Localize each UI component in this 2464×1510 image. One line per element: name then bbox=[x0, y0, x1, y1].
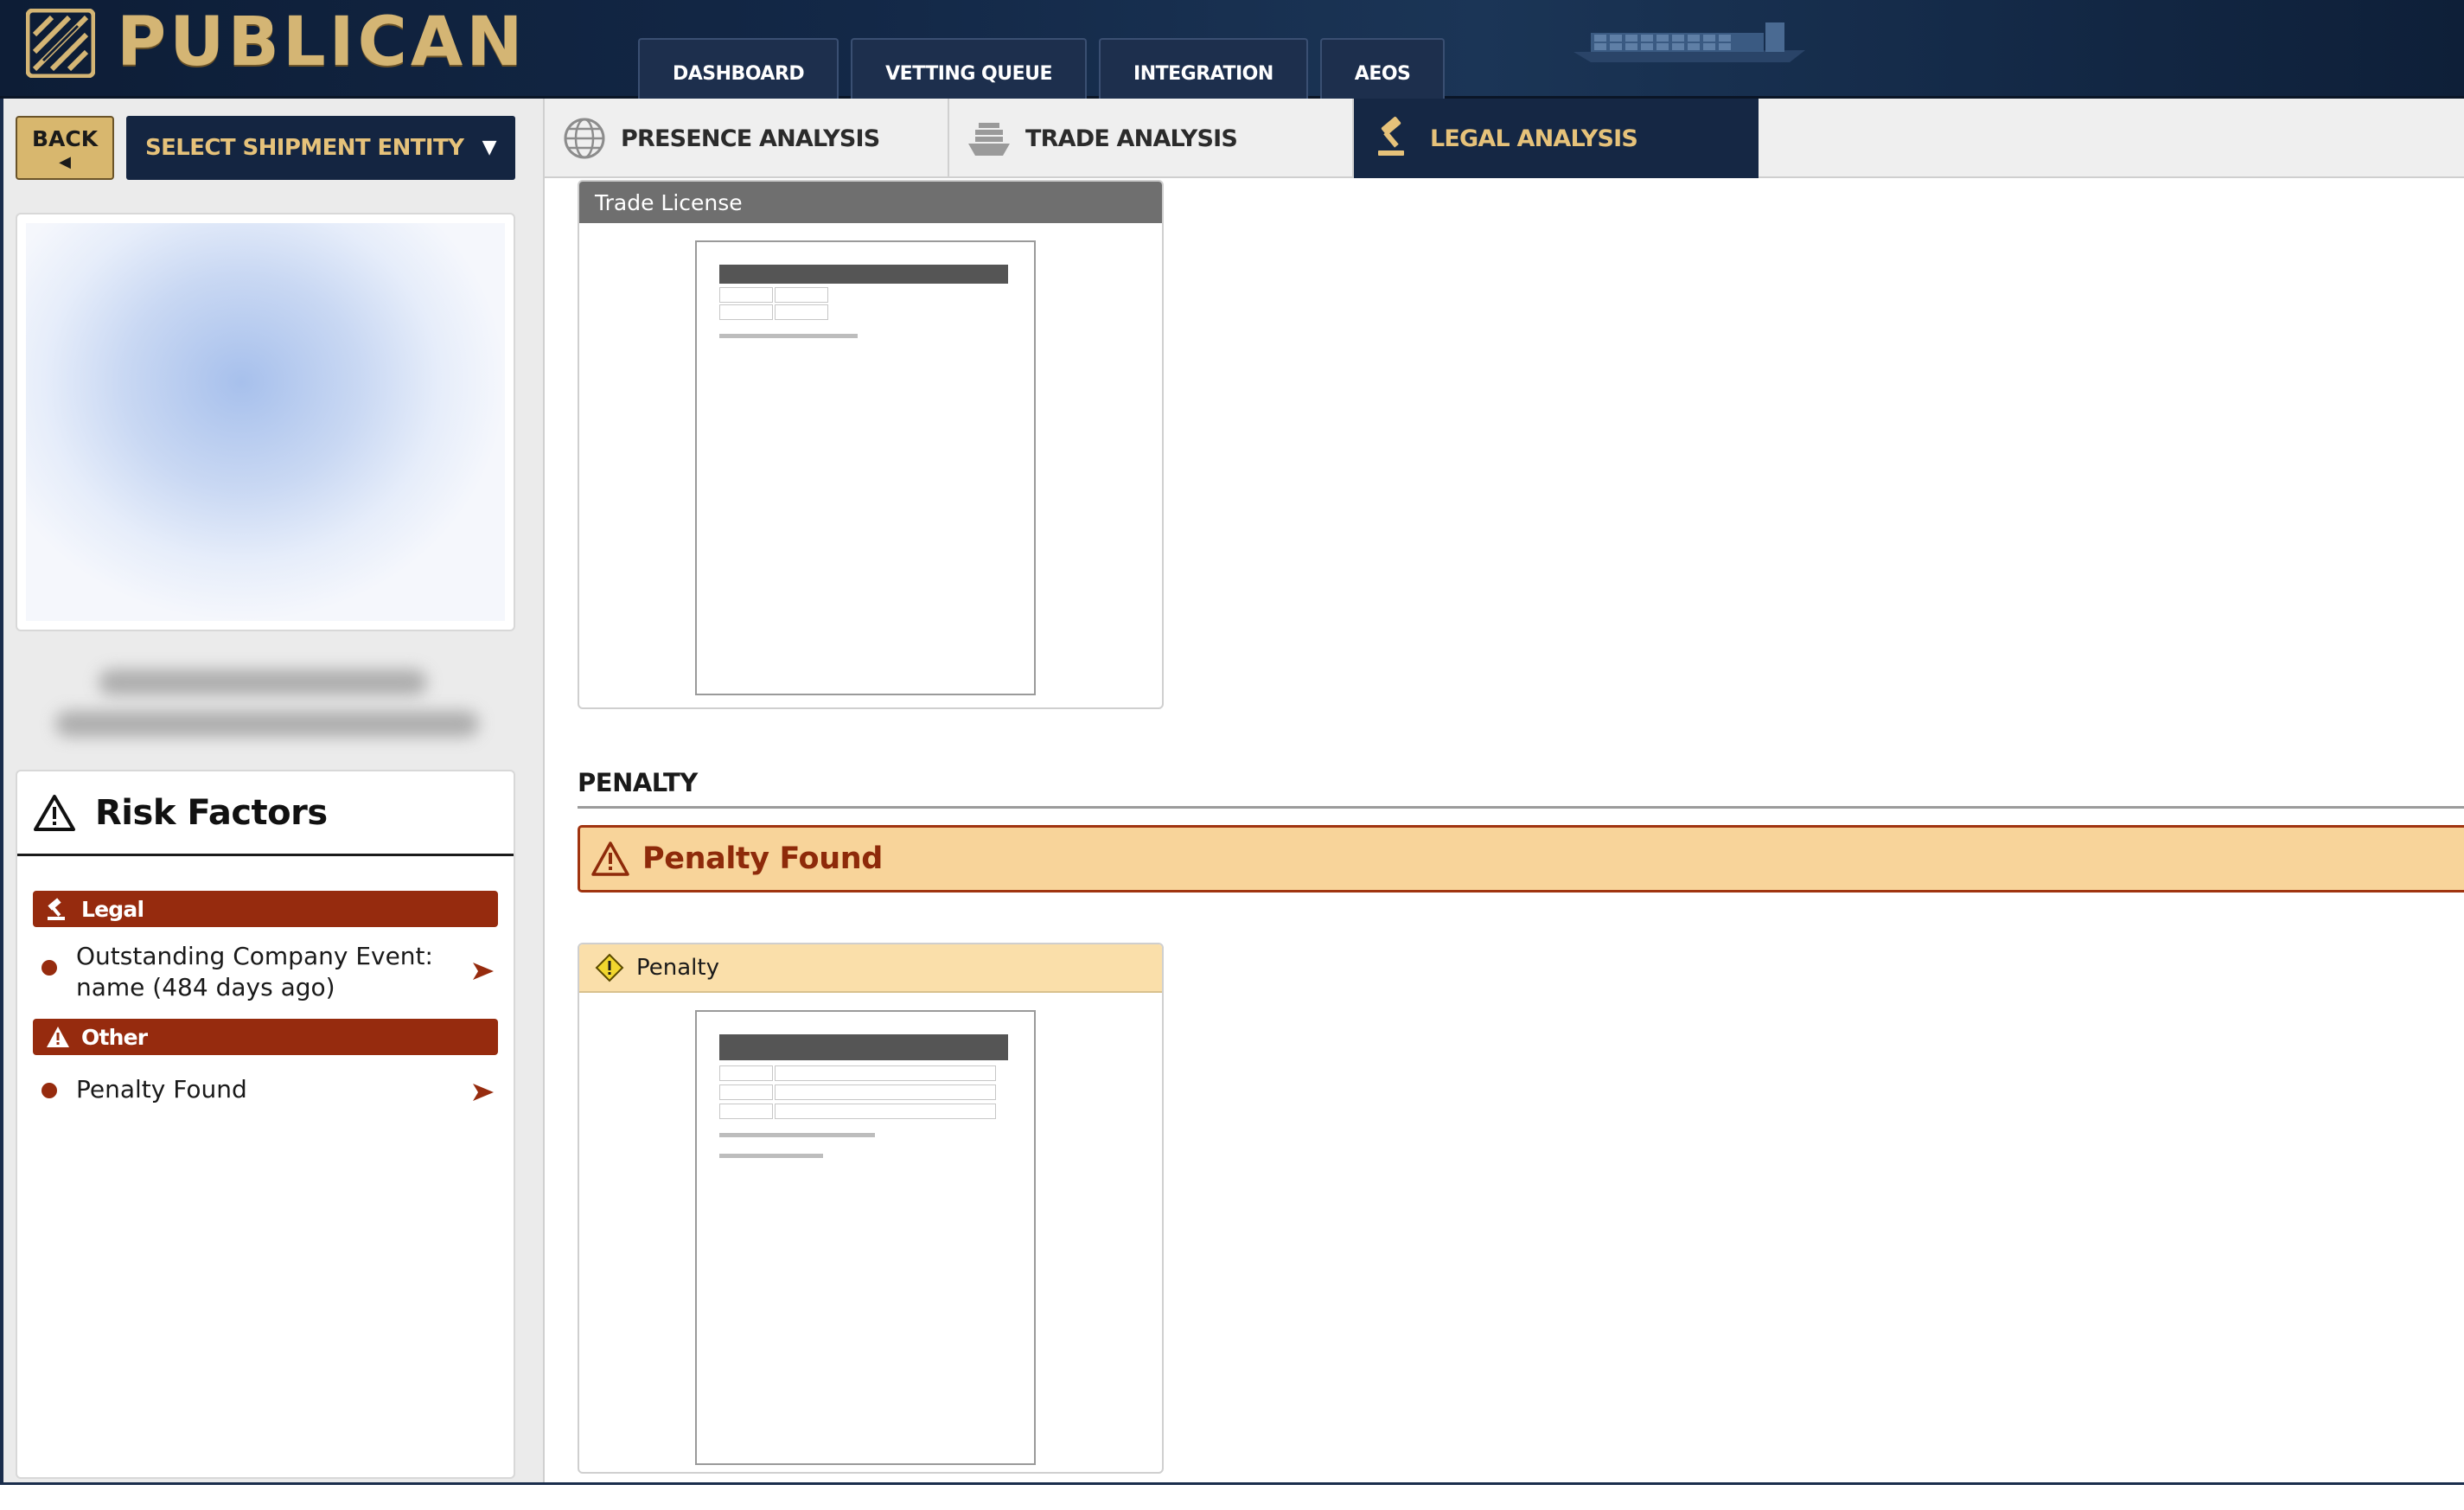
trade-license-card: Trade License bbox=[578, 180, 1164, 709]
gavel-icon bbox=[48, 898, 65, 920]
nav-tab-vetting-queue[interactable]: VETTING QUEUE bbox=[851, 38, 1088, 99]
penalty-card-title: Penalty bbox=[636, 955, 719, 981]
triangle-left-icon: ◀ bbox=[59, 153, 71, 171]
bullet-dot-icon bbox=[41, 960, 57, 976]
tab-trade-analysis[interactable]: TRADE ANALYSIS bbox=[949, 99, 1354, 178]
bullet-dot-icon bbox=[41, 1083, 57, 1098]
trade-license-document-thumbnail[interactable] bbox=[695, 240, 1036, 695]
document-table-cell bbox=[775, 304, 828, 320]
warning-triangle-icon bbox=[591, 841, 629, 876]
risk-category-legal: Legal bbox=[33, 891, 498, 927]
document-text-line bbox=[719, 334, 858, 338]
analysis-tabs: PRESENCE ANALYSIS TRADE ANALYSIS LEGAL A… bbox=[545, 99, 2464, 178]
penalty-section-divider bbox=[578, 806, 2464, 809]
risk-item-outstanding-company-event[interactable]: Outstanding Company Event: name (484 day… bbox=[33, 941, 498, 1003]
document-table-cell bbox=[775, 1065, 996, 1081]
document-table-cell bbox=[719, 304, 773, 320]
tab-trade-analysis-label: TRADE ANALYSIS bbox=[1025, 125, 1238, 152]
risk-item-text: Outstanding Company Event: name (484 day… bbox=[76, 942, 433, 1001]
document-text-line bbox=[719, 1154, 823, 1158]
risk-item-text: Penalty Found bbox=[76, 1075, 247, 1104]
chevron-down-icon: ▼ bbox=[482, 137, 497, 158]
risk-category-other-label: Other bbox=[81, 1024, 148, 1050]
tab-legal-analysis-label: LEGAL ANALYSIS bbox=[1430, 125, 1638, 152]
blurred-entity-image bbox=[26, 223, 505, 621]
document-table-cell bbox=[775, 1085, 996, 1100]
brand-name: PUBLICAN bbox=[117, 3, 527, 81]
warning-triangle-icon bbox=[34, 794, 75, 831]
nav-tab-aeos[interactable]: AEOS bbox=[1319, 38, 1446, 99]
document-table-cell bbox=[719, 1104, 773, 1119]
legal-analysis-content: Trade License PENALTY Penalty Found Pena… bbox=[545, 178, 2464, 1482]
penalty-document-thumbnail[interactable] bbox=[695, 1010, 1036, 1465]
nav-tab-integration[interactable]: INTEGRATION bbox=[1099, 38, 1308, 99]
document-table-cell bbox=[775, 287, 828, 303]
penalty-section-heading: PENALTY bbox=[578, 768, 698, 797]
penalty-card: Penalty bbox=[578, 943, 1164, 1474]
main-nav: DASHBOARD VETTING QUEUE INTEGRATION AEOS bbox=[638, 38, 1446, 99]
document-table-cell bbox=[775, 1104, 996, 1119]
penalty-found-alert-text: Penalty Found bbox=[642, 841, 883, 876]
arrow-right-icon[interactable] bbox=[472, 1081, 495, 1104]
tab-presence-analysis-label: PRESENCE ANALYSIS bbox=[621, 125, 880, 152]
arrow-right-icon[interactable] bbox=[472, 960, 495, 982]
window-bottom-border bbox=[0, 1482, 2464, 1510]
document-table-cell bbox=[719, 1085, 773, 1100]
publican-logo-icon bbox=[26, 9, 95, 78]
redacted-entity-name-line-1 bbox=[99, 669, 427, 695]
redacted-entity-name-line-2 bbox=[55, 711, 479, 737]
back-label: BACK bbox=[31, 126, 99, 151]
document-header-bar bbox=[719, 1034, 1008, 1060]
risk-factors-header: Risk Factors bbox=[17, 771, 514, 856]
gavel-icon bbox=[1378, 117, 1404, 156]
risk-item-penalty-found[interactable]: Penalty Found bbox=[33, 1074, 498, 1105]
risk-factors-title: Risk Factors bbox=[95, 792, 328, 833]
risk-factors-panel: Risk Factors Legal Outstanding Company E… bbox=[16, 770, 515, 1479]
document-table-cell bbox=[719, 287, 773, 303]
nav-tab-dashboard[interactable]: DASHBOARD bbox=[638, 38, 839, 99]
trade-license-title: Trade License bbox=[579, 182, 1162, 223]
document-table-cell bbox=[719, 1065, 773, 1081]
document-text-line bbox=[719, 1133, 875, 1137]
select-entity-label: SELECT SHIPMENT ENTITY bbox=[145, 135, 464, 161]
penalty-found-alert: Penalty Found bbox=[578, 825, 2464, 893]
select-shipment-entity-dropdown[interactable]: SELECT SHIPMENT ENTITY ▼ bbox=[126, 116, 515, 180]
penalty-card-header: Penalty bbox=[579, 944, 1162, 993]
globe-icon bbox=[564, 118, 605, 159]
document-header-bar bbox=[719, 265, 1008, 284]
warning-diamond-icon bbox=[595, 953, 624, 982]
entity-logo-image bbox=[16, 213, 515, 631]
tab-presence-analysis[interactable]: PRESENCE ANALYSIS bbox=[545, 99, 949, 178]
risk-category-legal-label: Legal bbox=[81, 896, 144, 922]
app-header: PUBLICAN DASHBOARD VETTING QUEUE INTEGRA… bbox=[0, 0, 2464, 99]
left-sidebar: BACK ◀ SELECT SHIPMENT ENTITY ▼ Risk Fac… bbox=[0, 99, 545, 1482]
back-button[interactable]: BACK ◀ bbox=[16, 116, 114, 180]
cargo-ship-graphic bbox=[1574, 22, 1805, 62]
warning-triangle-icon bbox=[47, 1027, 69, 1047]
tab-legal-analysis[interactable]: LEGAL ANALYSIS bbox=[1354, 99, 1759, 178]
cargo-ship-icon bbox=[968, 123, 1010, 156]
risk-category-other: Other bbox=[33, 1019, 498, 1055]
